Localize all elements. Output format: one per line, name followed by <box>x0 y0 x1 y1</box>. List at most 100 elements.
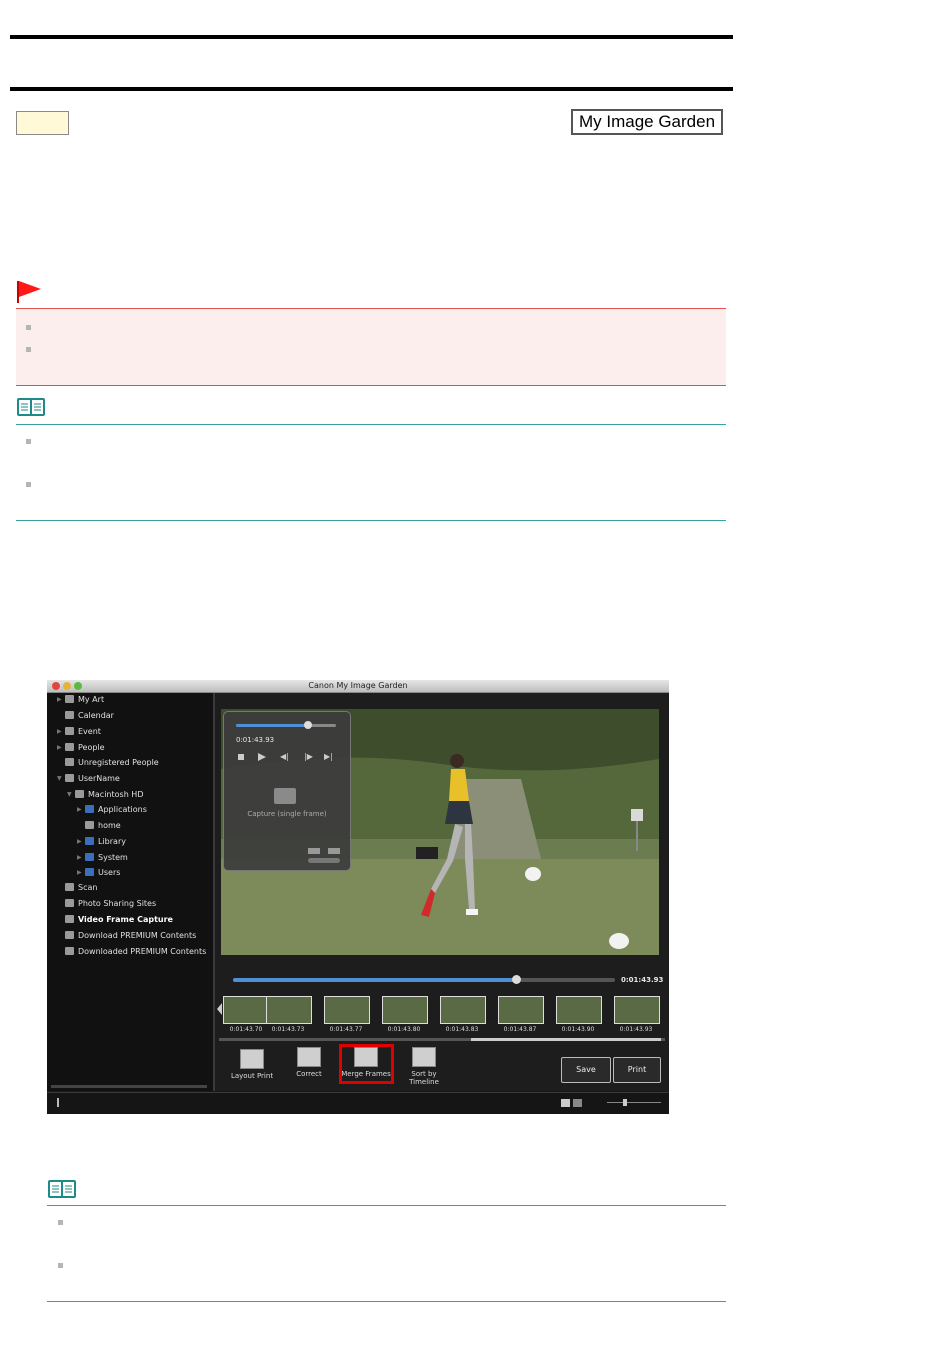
sidebar-item-downloaded-premium[interactable]: Downloaded PREMIUM Contents <box>65 945 206 959</box>
correct-icon <box>297 1047 321 1067</box>
bullet-icon <box>58 1263 63 1268</box>
sort-by-timeline-tool[interactable]: Sort by Timeline <box>398 1047 450 1086</box>
thumbnail-frame[interactable] <box>556 996 602 1024</box>
panel-slider-knob[interactable] <box>304 721 312 729</box>
drive-icon <box>75 790 84 798</box>
thumbnail-scrollbar-thumb[interactable] <box>471 1038 661 1041</box>
brand-label: My Image Garden <box>578 112 716 131</box>
stop-icon[interactable] <box>238 754 244 760</box>
skip-end-icon[interactable]: ▶| <box>324 753 333 761</box>
sidebar-item-label: Applications <box>98 805 147 814</box>
window-titlebar: Canon My Image Garden <box>47 680 669 693</box>
camera-capture-icon[interactable] <box>274 788 296 804</box>
expand-arrow-icon[interactable]: ▶ <box>77 803 82 817</box>
folder-icon <box>85 853 94 861</box>
expand-arrow-icon[interactable]: ▶ <box>77 835 82 849</box>
correct-label: Correct <box>296 1070 322 1078</box>
thumbnail-frame[interactable] <box>440 996 486 1024</box>
sidebar-item-label: My Art <box>78 695 105 704</box>
sidebar: ▶ My Art Calendar ▶ Event ▶ People Unregist… <box>47 693 215 1091</box>
collapse-arrow-icon[interactable]: ▼ <box>57 772 62 786</box>
thumbnail-frame[interactable] <box>324 996 370 1024</box>
sidebar-item-event[interactable]: ▶ Event <box>57 725 101 739</box>
sidebar-item-download-premium[interactable]: Download PREMIUM Contents <box>65 929 196 943</box>
settings-capture-icon[interactable] <box>328 848 340 854</box>
top-rule <box>10 35 733 39</box>
capture-label[interactable]: Capture (single frame) <box>224 810 350 818</box>
zoom-window-icon[interactable] <box>74 682 82 690</box>
sidebar-item-label: home <box>98 821 121 830</box>
sidebar-item-calendar[interactable]: Calendar <box>65 709 114 723</box>
zoom-slider[interactable] <box>607 1099 661 1106</box>
video-preview: 0:01:43.93 ◀| |▶ ▶| Capture (single fram… <box>221 709 659 955</box>
timeline-scrubber[interactable] <box>233 975 615 984</box>
sidebar-item-system[interactable]: ▶ System <box>77 851 128 865</box>
correct-tool[interactable]: Correct <box>283 1047 335 1078</box>
sidebar-item-my-art[interactable]: ▶ My Art <box>57 693 105 707</box>
folder-icon <box>65 947 74 955</box>
note-book-icon <box>17 398 45 416</box>
bullet-icon <box>26 482 31 487</box>
sidebar-item-library[interactable]: ▶ Library <box>77 835 126 849</box>
sidebar-resize-handle[interactable] <box>51 1085 207 1088</box>
sidebar-item-users[interactable]: ▶ Users <box>77 866 120 880</box>
folder-icon <box>85 837 94 845</box>
save-button[interactable]: Save <box>561 1057 611 1083</box>
sidebar-item-scan[interactable]: Scan <box>65 881 97 895</box>
bullet-icon <box>26 439 31 444</box>
print-button[interactable]: Print <box>613 1057 661 1083</box>
panel-slider[interactable] <box>236 721 336 729</box>
sidebar-item-people[interactable]: ▶ People <box>57 741 105 755</box>
sidebar-item-username[interactable]: ▼ UserName <box>57 772 120 786</box>
sidebar-item-macintosh-hd[interactable]: ▼ Macintosh HD <box>67 788 144 802</box>
expand-arrow-icon[interactable]: ▶ <box>77 851 82 865</box>
step-forward-icon[interactable]: |▶ <box>304 753 313 761</box>
status-bar <box>47 1092 669 1114</box>
thumbnail-frame[interactable] <box>498 996 544 1024</box>
minimize-window-icon[interactable] <box>63 682 71 690</box>
art-icon <box>65 695 74 703</box>
note-box <box>47 1205 726 1302</box>
collapse-arrow-icon[interactable]: ▼ <box>67 788 72 802</box>
sidebar-item-video-frame-capture[interactable]: Video Frame Capture <box>65 913 173 927</box>
sidebar-item-label: Video Frame Capture <box>78 915 173 924</box>
close-window-icon[interactable] <box>52 682 60 690</box>
view-small-icon[interactable] <box>573 1099 582 1107</box>
thumbnail-time: 0:01:43.87 <box>503 1026 537 1033</box>
timeline-scrubber-fill <box>233 978 516 982</box>
thumbnail-time: 0:01:43.90 <box>561 1026 595 1033</box>
timeline-scrubber-knob[interactable] <box>511 975 521 984</box>
thumbnail-frame[interactable] <box>614 996 660 1024</box>
sidebar-item-label: Calendar <box>78 711 114 720</box>
info-icon[interactable] <box>57 1098 59 1107</box>
people-icon <box>65 743 74 751</box>
thumbnail-frame[interactable] <box>382 996 428 1024</box>
burst-capture-icon[interactable] <box>308 848 320 854</box>
play-icon[interactable] <box>258 753 266 761</box>
thumbnail-frame[interactable] <box>266 996 312 1024</box>
sidebar-item-photo-sharing-sites[interactable]: Photo Sharing Sites <box>65 897 156 911</box>
layout-print-icon <box>240 1049 264 1069</box>
thumbnail-frame[interactable] <box>223 996 269 1024</box>
sidebar-item-label: Macintosh HD <box>88 790 144 799</box>
sidebar-item-applications[interactable]: ▶ Applications <box>77 803 147 817</box>
thumbnail-time: 0:01:43.77 <box>329 1026 363 1033</box>
sidebar-item-unregistered-people[interactable]: Unregistered People <box>65 756 159 770</box>
layout-print-label: Layout Print <box>230 1072 274 1080</box>
thumbnail-scrollbar[interactable] <box>219 1038 665 1041</box>
step-back-icon[interactable]: ◀| <box>280 753 289 761</box>
note-box <box>16 424 726 521</box>
panel-toggle[interactable] <box>308 858 340 863</box>
zoom-slider-knob[interactable] <box>623 1099 627 1106</box>
sidebar-item-label: UserName <box>78 774 120 783</box>
thumbnail-left-arrow-icon[interactable] <box>217 1003 222 1015</box>
sidebar-item-home[interactable]: home <box>85 819 121 833</box>
expand-arrow-icon[interactable]: ▶ <box>77 866 82 880</box>
brand-label-box: My Image Garden <box>571 109 723 135</box>
view-large-icon[interactable] <box>561 1099 570 1107</box>
expand-arrow-icon[interactable]: ▶ <box>57 693 62 707</box>
layout-print-tool[interactable]: Layout Print <box>226 1049 278 1080</box>
sidebar-item-label: Library <box>98 837 126 846</box>
expand-arrow-icon[interactable]: ▶ <box>57 741 62 755</box>
expand-arrow-icon[interactable]: ▶ <box>57 725 62 739</box>
